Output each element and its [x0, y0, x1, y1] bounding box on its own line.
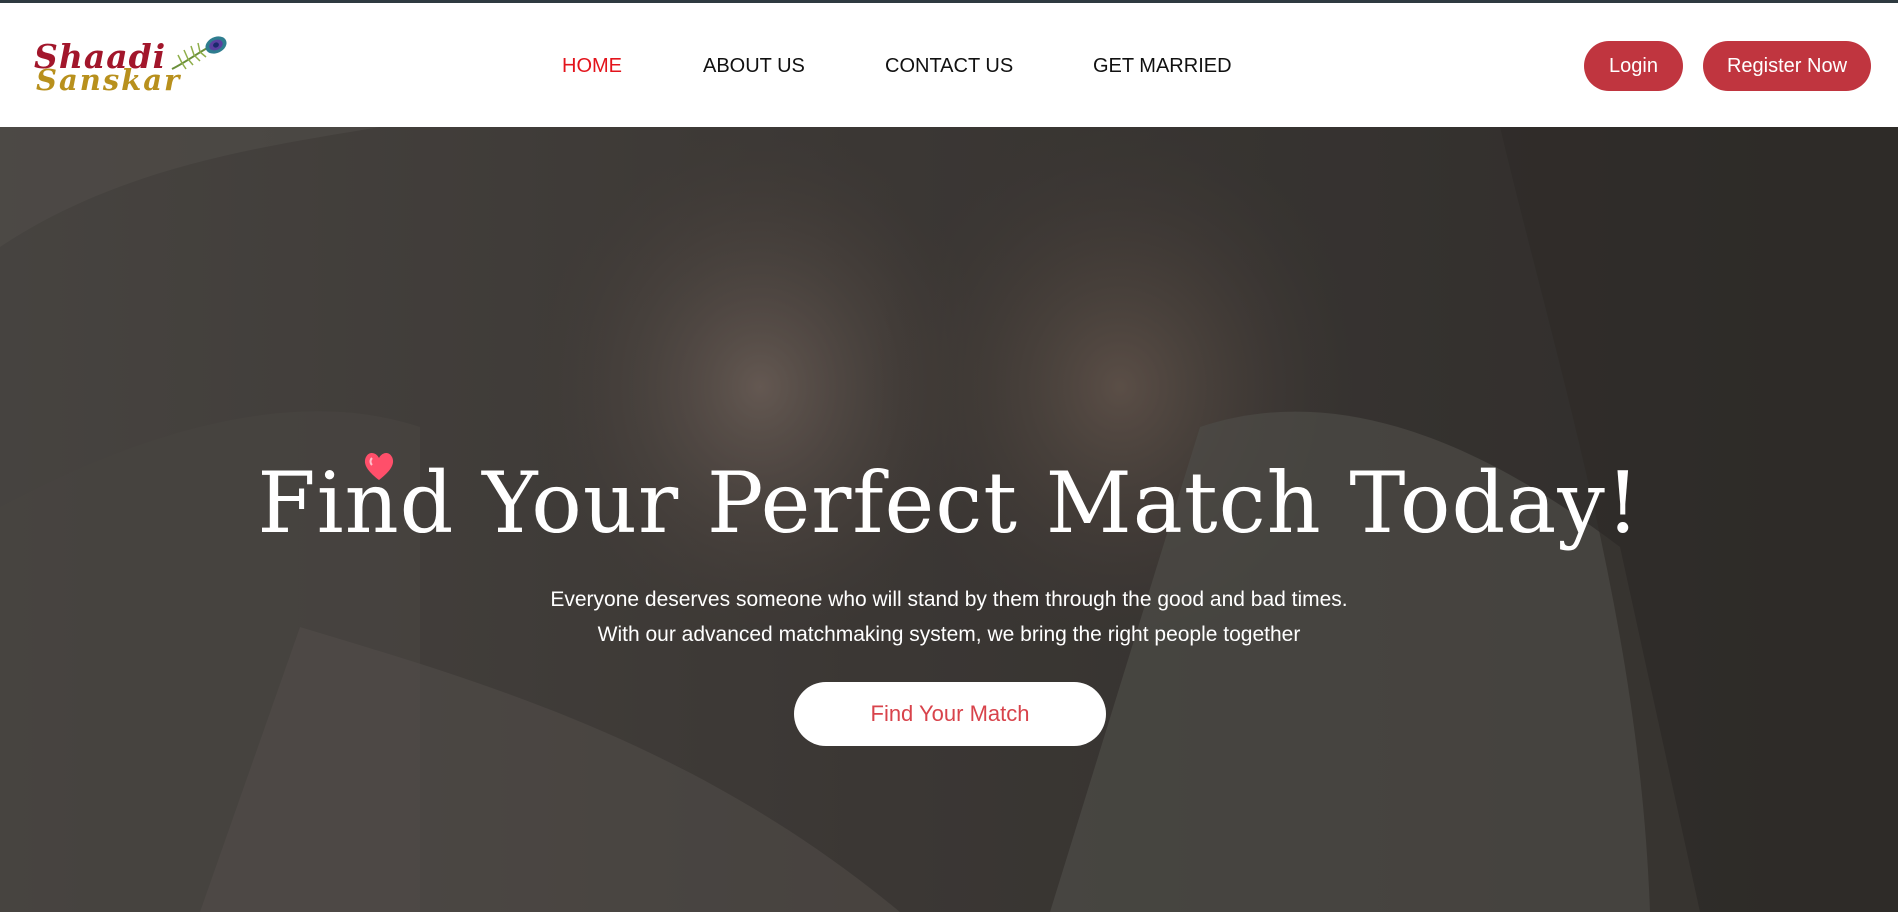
site-header: Shaadi Sanskar HOME ABOUT US CONTACT US … — [0, 3, 1898, 127]
nav-contact-us[interactable]: CONTACT US — [885, 55, 1013, 78]
register-now-button[interactable]: Register Now — [1703, 41, 1871, 91]
find-your-match-button[interactable]: Find Your Match — [794, 682, 1106, 746]
nav-get-married[interactable]: GET MARRIED — [1093, 55, 1232, 78]
nav-about-us[interactable]: ABOUT US — [703, 55, 805, 78]
hero-section: Find Your Perfect Match Today! Everyone … — [0, 127, 1898, 912]
hero-subtitle: Everyone deserves someone who will stand… — [550, 588, 1348, 646]
nav-home[interactable]: HOME — [562, 55, 622, 78]
login-button[interactable]: Login — [1584, 41, 1683, 91]
hero-title: Find Your Perfect Match Today! — [257, 454, 1641, 552]
